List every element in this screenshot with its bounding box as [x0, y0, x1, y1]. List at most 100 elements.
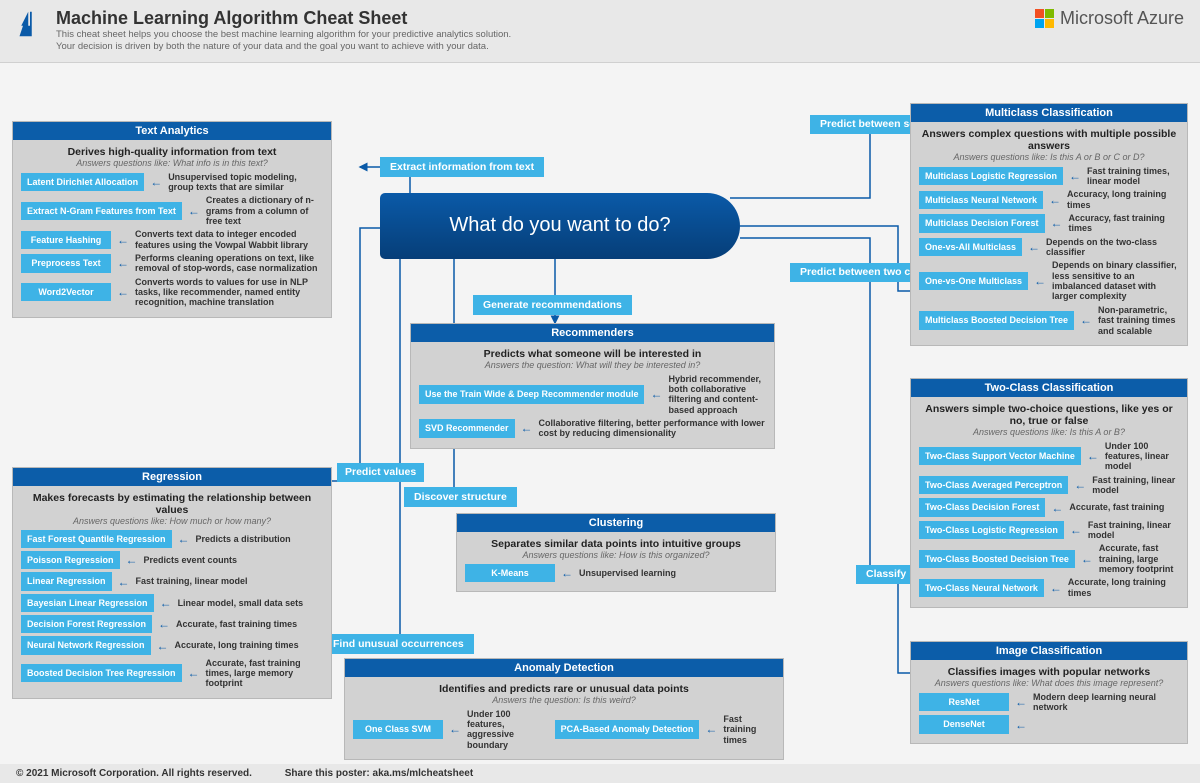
algo-arrow-icon: ← — [158, 617, 170, 631]
algo-desc: Fast training, linear model — [1088, 520, 1179, 541]
text-analytics-algos: Latent Dirichlet Allocation←Unsupervised… — [21, 172, 323, 308]
algo-arrow-icon: ← — [1080, 313, 1092, 327]
algo-arrow-icon: ← — [1050, 581, 1062, 595]
algo-row: Multiclass Neural Network←Accuracy, long… — [919, 189, 1179, 210]
recommenders-algos: Use the Train Wide & Deep Recommender mo… — [419, 374, 766, 439]
algo-desc: Converts words to values for use in NLP … — [135, 277, 323, 308]
algo-chip: One-vs-All Multiclass — [919, 238, 1022, 256]
action-extract-text: Extract information from text — [380, 157, 544, 177]
anomaly-sub: Identifies and predicts rare or unusual … — [353, 683, 775, 695]
algo-desc: Accurate, long training times — [175, 640, 323, 650]
action-find-unusual: Find unusual occurrences — [323, 634, 474, 654]
text-analytics-title: Text Analytics — [13, 122, 331, 140]
algo-desc: Modern deep learning neural network — [1033, 692, 1179, 713]
clustering-q: Answers questions like: How is this orga… — [465, 550, 767, 560]
algo-desc: Under 100 features, linear model — [1105, 441, 1179, 472]
algo-arrow-icon: ← — [561, 566, 573, 580]
multiclass-algos: Multiclass Logistic Regression←Fast trai… — [919, 166, 1179, 336]
category-multiclass: Multiclass Classification Answers comple… — [910, 103, 1188, 346]
algo-row: Two-Class Averaged Perceptron←Fast train… — [919, 475, 1179, 496]
clustering-title: Clustering — [457, 514, 775, 532]
algo-arrow-icon: ← — [449, 722, 461, 736]
page-desc2: Your decision is driven by both the natu… — [56, 41, 511, 53]
anomaly-algos: One Class SVM←Under 100 features, aggres… — [353, 709, 775, 753]
algo-row: Bayesian Linear Regression ← Linear model,… — [21, 594, 323, 612]
algo-desc: Depends on the two-class classifier — [1046, 237, 1179, 258]
algo-chip: Fast Forest Quantile Regression — [21, 530, 172, 548]
algo-chip: PCA-Based Anomaly Detection — [555, 720, 700, 738]
category-regression: Regression Makes forecasts by estimating… — [12, 467, 332, 699]
page-desc1: This cheat sheet helps you choose the be… — [56, 29, 511, 41]
regression-title: Regression — [13, 468, 331, 486]
algo-arrow-icon: ← — [1049, 193, 1061, 207]
multiclass-sub: Answers complex questions with multiple … — [919, 128, 1179, 152]
algo-desc: Accurate, fast training, large memory fo… — [1099, 543, 1179, 574]
algo-arrow-icon: ← — [117, 256, 129, 270]
algo-row: Multiclass Boosted Decision Tree ← Non-par… — [919, 305, 1179, 336]
algo-arrow-icon: ← — [160, 596, 172, 610]
algo-arrow-icon: ← — [118, 575, 130, 589]
algo-desc: Accurate, fast training times — [176, 619, 323, 629]
clustering-sub: Separates similar data points into intui… — [465, 538, 767, 550]
multiclass-q: Answers questions like: Is this A or B o… — [919, 152, 1179, 162]
algo-arrow-icon: ← — [188, 666, 200, 680]
clustering-algos: K-Means ← Unsupervised learning — [465, 564, 767, 582]
algo-desc: Collaborative filtering, better performa… — [539, 418, 766, 439]
algo-chip: K-Means — [465, 564, 555, 582]
image-q: Answers questions like: What does this i… — [919, 678, 1179, 688]
algo-chip: Boosted Decision Tree Regression — [21, 664, 182, 682]
algo-arrow-icon: ← — [1034, 274, 1046, 288]
algo-chip: Two-Class Decision Forest — [919, 498, 1045, 516]
algo-arrow-icon: ← — [1074, 478, 1086, 492]
algo-row: Multiclass Decision Forest←Accuracy, fas… — [919, 213, 1179, 234]
algo-desc: Predicts event counts — [144, 555, 323, 565]
algo-arrow-icon: ← — [157, 639, 169, 653]
algo-row: Multiclass Logistic Regression←Fast trai… — [919, 166, 1179, 187]
action-discover-structure: Discover structure — [404, 487, 517, 507]
algo-desc: Hybrid recommender, both collaborative f… — [668, 374, 766, 415]
image-title: Image Classification — [911, 642, 1187, 660]
algo-row: Two-Class Logistic Regression←Fast train… — [919, 520, 1179, 541]
algo-chip: Neural Network Regression — [21, 636, 151, 654]
algo-desc: Linear model, small data sets — [178, 598, 323, 608]
algo-arrow-icon: ← — [117, 233, 129, 247]
algo-arrow-icon: ← — [1069, 169, 1081, 183]
diagram-canvas: What do you want to do? Extract informat… — [0, 63, 1200, 783]
algo-desc: Accurate, fast training times, large mem… — [206, 658, 323, 689]
header: Machine Learning Algorithm Cheat Sheet T… — [0, 0, 1200, 63]
regression-algos: Fast Forest Quantile Regression ← Predicts… — [21, 530, 323, 689]
algo-row: Two-Class Boosted Decision Tree←Accurate… — [919, 543, 1179, 574]
algo-desc: Under 100 features, aggressive boundary — [467, 709, 543, 750]
footer-copyright: © 2021 Microsoft Corporation. All rights… — [16, 768, 252, 779]
algo-desc: Fast training times — [723, 714, 775, 745]
category-image: Image Classification Classifies images w… — [910, 641, 1188, 744]
page-title: Machine Learning Algorithm Cheat Sheet — [56, 8, 511, 29]
algo-arrow-icon: ← — [1015, 695, 1027, 709]
algo-desc: Non-parametric, fast training times and … — [1098, 305, 1179, 336]
algo-chip: SVD Recommender — [419, 419, 515, 437]
algo-arrow-icon: ← — [1015, 718, 1027, 732]
algo-row: Preprocess Text←Performs cleaning operat… — [21, 253, 323, 274]
brand-text: Microsoft Azure — [1060, 8, 1184, 29]
algo-arrow-icon: ← — [705, 722, 717, 736]
algo-row: Decision Forest Regression←Accurate, fas… — [21, 615, 323, 633]
algo-arrow-icon: ← — [1087, 449, 1099, 463]
algo-chip: DenseNet — [919, 715, 1009, 733]
algo-desc: Fast training, linear model — [1092, 475, 1179, 496]
algo-arrow-icon: ← — [1070, 523, 1082, 537]
algo-desc: Accurate, fast training — [1069, 502, 1179, 512]
algo-chip: Multiclass Boosted Decision Tree — [919, 311, 1074, 329]
algo-desc: Unsupervised learning — [579, 568, 767, 578]
algo-desc: Creates a dictionary of n-grams from a c… — [206, 195, 323, 226]
algo-chip: ResNet — [919, 693, 1009, 711]
algo-desc: Depends on binary classifier, less sensi… — [1052, 260, 1179, 301]
algo-arrow-icon: ← — [1028, 240, 1040, 254]
algo-chip: Use the Train Wide & Deep Recommender mo… — [419, 385, 644, 403]
algo-desc: Performs cleaning operations on text, li… — [135, 253, 323, 274]
algo-row: Linear Regression←Fast training, linear … — [21, 572, 323, 590]
algo-row: PCA-Based Anomaly Detection ← Fast trainin… — [555, 709, 775, 750]
algo-row: Two-Class Neural Network←Accurate, long … — [919, 577, 1179, 598]
twoclass-title: Two-Class Classification — [911, 379, 1187, 397]
algo-chip: Bayesian Linear Regression — [21, 594, 154, 612]
category-twoclass: Two-Class Classification Answers simple … — [910, 378, 1188, 608]
